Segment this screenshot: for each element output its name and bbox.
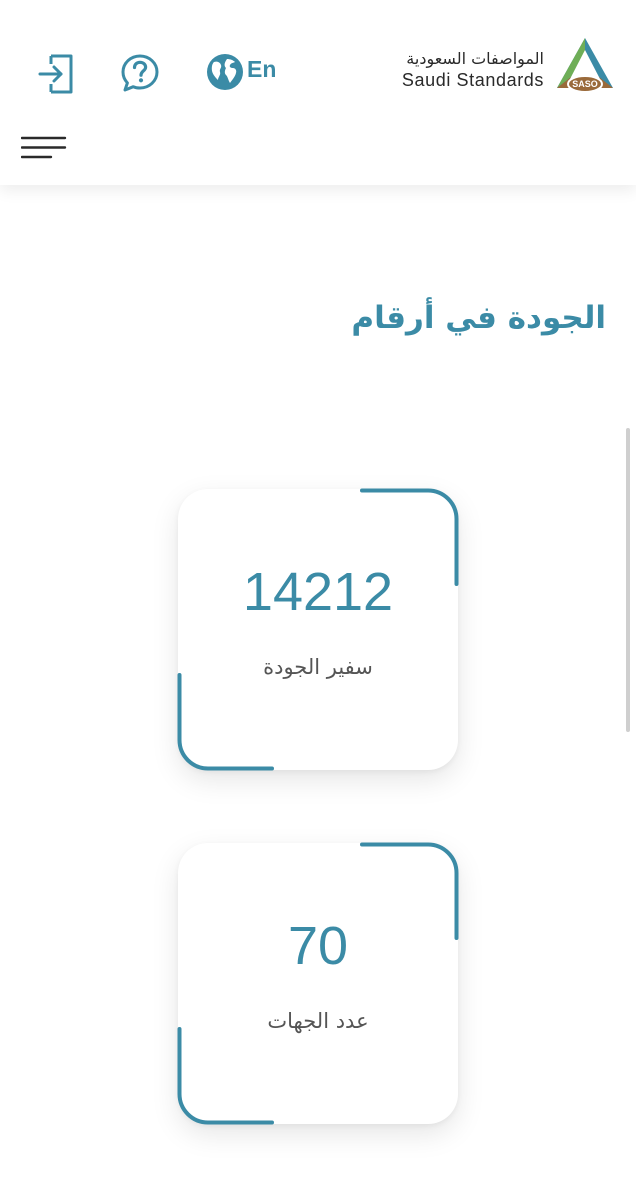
language-toggle[interactable]: En: [247, 56, 276, 83]
stat-label: سفير الجودة: [263, 655, 373, 679]
stat-card-quality-ambassadors: 14212 سفير الجودة: [177, 488, 459, 771]
card-frame-decoration: [177, 842, 459, 1125]
stat-value: 14212: [242, 562, 394, 622]
help-icon[interactable]: [120, 53, 160, 93]
section-title: الجودة في أرقام: [351, 300, 606, 336]
stat-value: 70: [287, 916, 349, 976]
hamburger-menu-icon[interactable]: [21, 134, 67, 162]
scrollbar[interactable]: [626, 428, 630, 732]
card-frame-decoration: [177, 488, 459, 771]
logo-english-name: Saudi Standards: [401, 70, 544, 90]
saso-logo[interactable]: المواصفات السعودية Saudi Standards SASO: [401, 36, 616, 98]
logo-arabic-name: المواصفات السعودية: [406, 49, 544, 68]
logo-badge-text: SASO: [572, 79, 598, 89]
login-icon[interactable]: [37, 52, 77, 96]
page: En المواصفات السعودية Saudi Standards SA…: [0, 0, 636, 1200]
stat-card-entities-count: 70 عدد الجهات: [177, 842, 459, 1125]
saso-emblem-icon: SASO: [557, 38, 613, 93]
site-header: En المواصفات السعودية Saudi Standards SA…: [0, 0, 636, 185]
stat-label: عدد الجهات: [267, 1009, 369, 1033]
globe-icon[interactable]: [206, 53, 244, 91]
